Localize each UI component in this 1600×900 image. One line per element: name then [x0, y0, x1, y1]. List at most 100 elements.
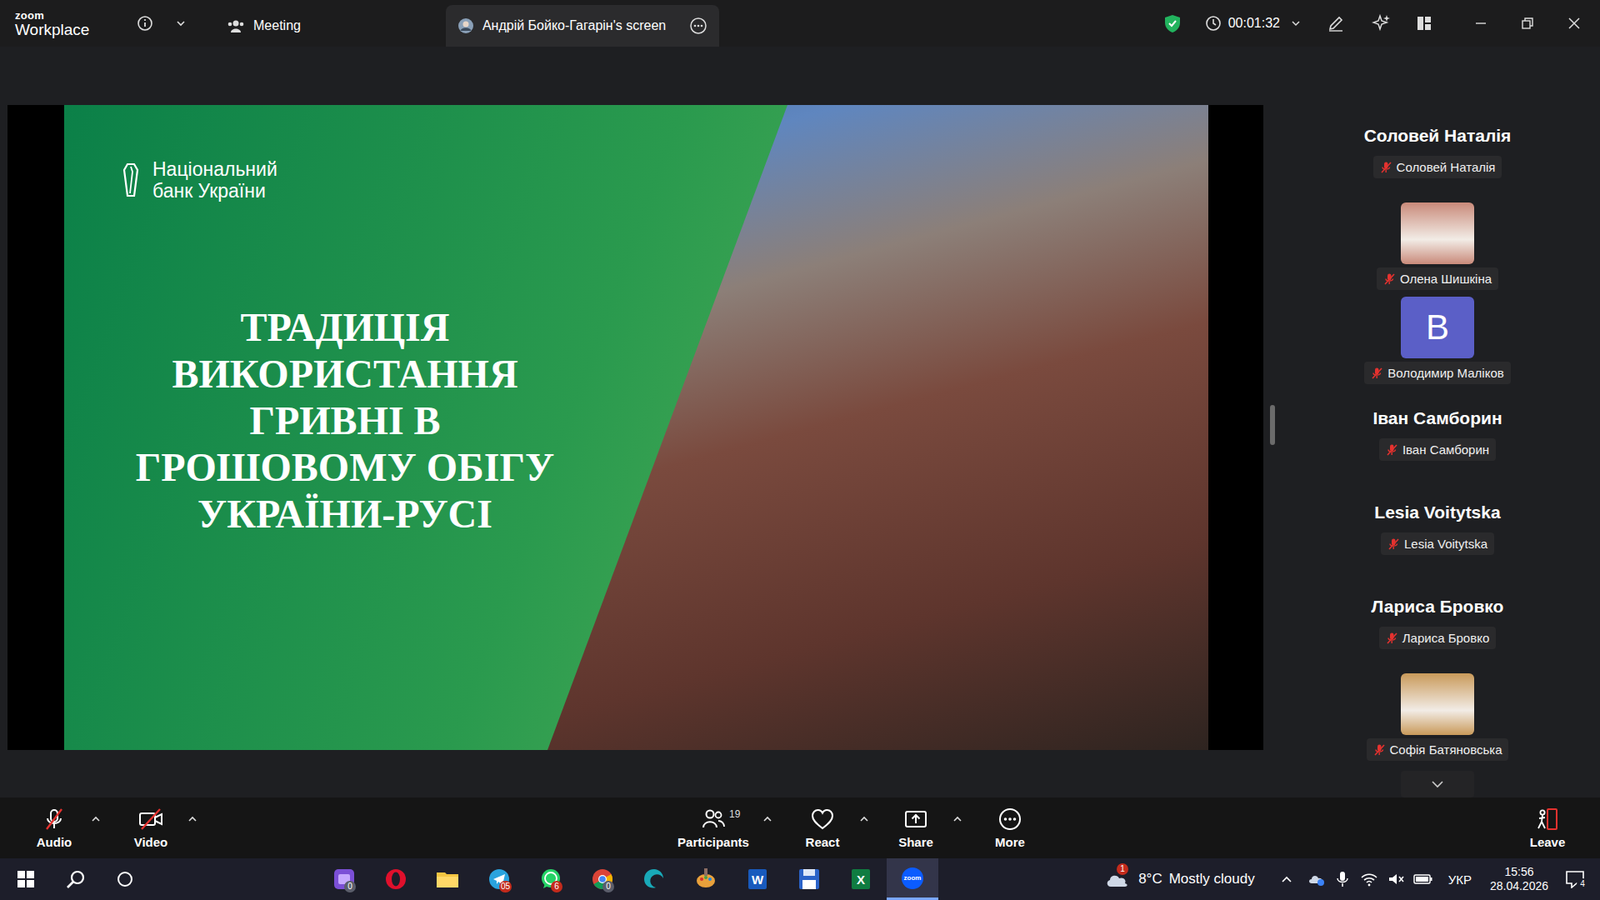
taskbar-app[interactable]: 6: [525, 858, 577, 900]
taskbar-app[interactable]: [370, 858, 422, 900]
security-shield-icon[interactable]: [1163, 13, 1182, 34]
presenter-avatar-icon: [457, 17, 475, 35]
taskbar-app[interactable]: [680, 858, 732, 900]
participant-tile[interactable]: Лариса БровкоЛариса Бровко: [1371, 575, 1505, 670]
tab[interactable]: Андрій Бойко-Гагарін's screen: [445, 5, 720, 47]
taskbar-app[interactable]: 0: [318, 858, 370, 900]
meeting-tab-icon-wrap: [226, 17, 245, 35]
muted-mic-icon: [1385, 631, 1398, 645]
muted-mic-icon: [1383, 272, 1395, 286]
participant-tile[interactable]: Олена Шишкіна: [1376, 199, 1499, 294]
taskbar-app[interactable]: 05: [473, 858, 525, 900]
windows-start-icon[interactable]: [16, 870, 35, 889]
system-clock[interactable]: 15:5628.04.2026: [1483, 865, 1555, 895]
weather-badge: 1: [1116, 863, 1129, 875]
pencil-icon[interactable]: [1326, 14, 1345, 33]
participant-name: Олена Шишкіна: [1400, 271, 1492, 286]
tab-label[interactable]: Андрій Бойко-Гагарін's screen: [482, 18, 666, 34]
minimize-icon[interactable]: [1473, 15, 1489, 31]
chevron-down-icon[interactable]: [175, 17, 187, 30]
button-label[interactable]: React: [805, 835, 840, 850]
button-label[interactable]: Leave: [1530, 835, 1566, 850]
zoom-app-icon: zoom: [899, 865, 926, 892]
timer-text: 00:01:32: [1228, 15, 1280, 31]
participants-icon-wrap: 19: [700, 806, 726, 832]
audio-button[interactable]: Audio: [20, 806, 88, 850]
layout-icon[interactable]: [1415, 14, 1434, 33]
title-line: ВИКОРИСТАННЯ: [95, 350, 595, 398]
video-button[interactable]: Video: [117, 806, 185, 850]
title-bar: zoomWorkplaceMeetingАндрій Бойко-Гагарін…: [0, 0, 1600, 47]
button-label[interactable]: More: [995, 835, 1025, 850]
scroll-down-button[interactable]: [1400, 770, 1475, 798]
participant-name: Лариса Бровко: [1402, 630, 1490, 645]
chevron-down-icon[interactable]: [1290, 17, 1302, 30]
title-line: ТРАДИЦІЯ: [95, 304, 595, 351]
leave-door-icon: [1535, 806, 1560, 832]
share-button[interactable]: Share: [882, 806, 950, 850]
chevron-up-icon[interactable]: [949, 815, 966, 824]
more-icon-wrap: [997, 806, 1023, 832]
battery-icon[interactable]: [1413, 873, 1434, 885]
heart-icon: [810, 806, 835, 832]
participant-gallery: Соловей НаталіяСоловей Наталія Олена Шишк…: [1275, 46, 1600, 798]
clock-date: 28.04.2026: [1490, 879, 1549, 895]
resize-handle[interactable]: [1270, 405, 1275, 445]
title-line: ГРОШОВОМУ ОБІГУ: [95, 444, 595, 491]
ai-sparkle-icon[interactable]: [1371, 13, 1392, 34]
chevron-up-icon[interactable]: [759, 815, 776, 824]
task-view-icon[interactable]: [115, 870, 135, 889]
participant-label: Соловей Наталія: [1373, 155, 1503, 179]
button-label[interactable]: Share: [898, 835, 934, 850]
meeting-timer[interactable]: 00:01:32: [1205, 15, 1302, 32]
close-icon[interactable]: [1566, 15, 1582, 31]
participants-button[interactable]: 19 Participants: [667, 806, 760, 850]
show-hidden-icons-icon[interactable]: [1280, 873, 1294, 885]
search-icon[interactable]: [65, 868, 87, 890]
volume-muted-icon[interactable]: [1386, 870, 1405, 888]
presenter-avatar-wrap: [457, 17, 475, 35]
taskbar-app[interactable]: [628, 858, 680, 900]
button-label[interactable]: Participants: [677, 835, 750, 850]
more-icon[interactable]: [689, 16, 708, 35]
tab[interactable]: Meeting: [215, 5, 313, 47]
react-icon-wrap: [810, 806, 835, 832]
app-glyph: X: [847, 865, 875, 893]
chevron-up-icon[interactable]: [855, 815, 873, 824]
leave-button[interactable]: Leave: [1514, 806, 1581, 850]
button-label[interactable]: Video: [134, 835, 169, 850]
taskbar-app[interactable]: zoom: [886, 858, 939, 900]
restore-icon[interactable]: [1520, 15, 1535, 31]
chevron-up-icon[interactable]: [184, 815, 201, 824]
title-line: УКРАЇНИ-РУСІ: [95, 490, 595, 538]
taskbar-app[interactable]: [783, 858, 835, 900]
button-label[interactable]: Audio: [36, 835, 73, 850]
muted-mic-icon: [1370, 366, 1383, 380]
participant-tile[interactable]: Софія Батяновська: [1366, 670, 1510, 765]
tab-label[interactable]: Meeting: [253, 18, 301, 34]
participant-tile[interactable]: Іван СамборинІван Самборин: [1372, 387, 1502, 482]
taskbar-app[interactable]: 0: [576, 858, 629, 900]
chevron-up-icon[interactable]: [87, 815, 105, 824]
onedrive-icon[interactable]: [1306, 870, 1325, 888]
notification-count: 4: [1576, 878, 1589, 890]
weather-widget[interactable]: 18°CMostly cloudy: [1103, 866, 1255, 892]
info-icon[interactable]: [136, 15, 154, 32]
taskbar-app[interactable]: [421, 858, 474, 900]
participant-tile[interactable]: ВВолодимир Маліков: [1364, 293, 1510, 388]
microphone-tray-icon[interactable]: [1335, 870, 1350, 889]
participant-tile[interactable]: Соловей НаталіяСоловей Наталія: [1364, 105, 1512, 200]
word-app-icon: W: [744, 865, 771, 893]
taskbar-app[interactable]: X: [835, 858, 887, 900]
muted-mic-icon: [1380, 160, 1392, 175]
input-language[interactable]: УКР: [1448, 872, 1472, 887]
muted-mic-icon: [1385, 443, 1398, 457]
audio-icon-wrap: [41, 806, 67, 832]
taskbar-app[interactable]: W: [731, 858, 784, 900]
participant-tile[interactable]: Lesia VoitytskaLesia Voitytska: [1374, 481, 1500, 576]
participant-label: Софія Батяновська: [1366, 738, 1510, 761]
notification-center[interactable]: 4: [1561, 866, 1589, 892]
more-button[interactable]: More: [976, 806, 1044, 850]
wifi-icon[interactable]: [1360, 870, 1379, 888]
react-button[interactable]: React: [789, 806, 856, 850]
